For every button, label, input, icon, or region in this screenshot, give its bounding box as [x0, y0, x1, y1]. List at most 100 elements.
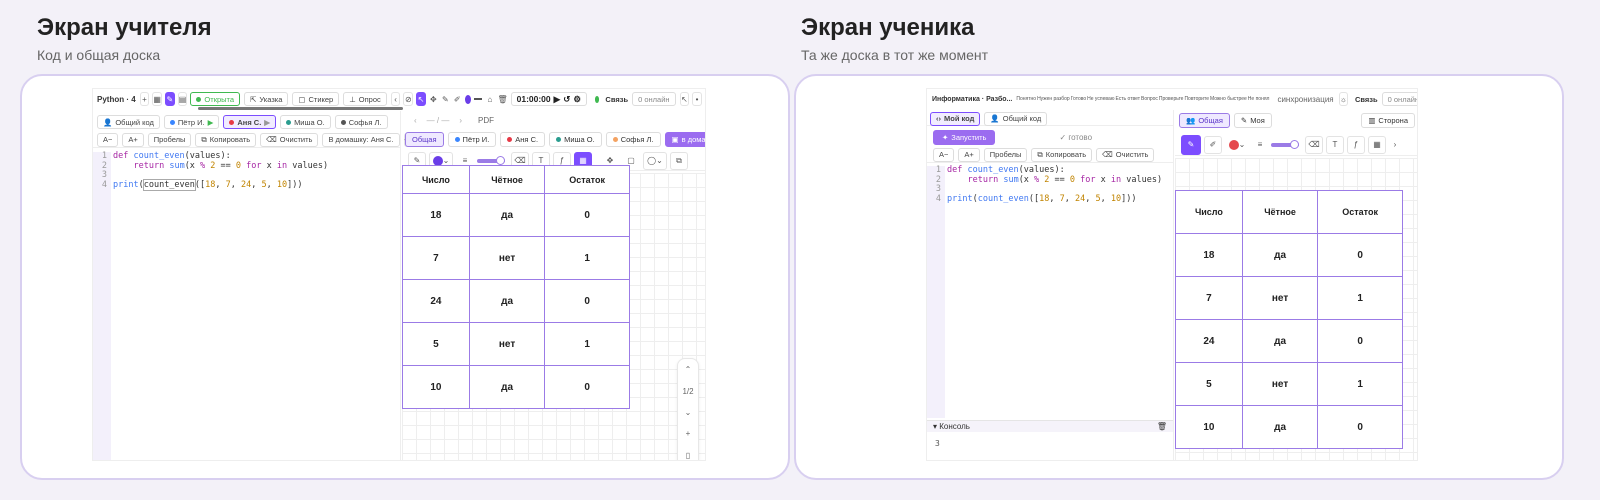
- reaction-chip[interactable]: Готово: [1071, 96, 1086, 102]
- stroke-icon[interactable]: ≡: [1252, 135, 1268, 154]
- table-cell[interactable]: 1: [544, 236, 630, 280]
- spaces-button[interactable]: Пробелы: [983, 147, 1028, 162]
- table-cell[interactable]: 5: [402, 322, 470, 366]
- table-cell[interactable]: нет: [468, 322, 546, 366]
- stroke-slider[interactable]: [477, 155, 505, 165]
- table-cell[interactable]: 0: [1317, 319, 1403, 363]
- board-tab-misha[interactable]: Миша О.: [549, 131, 602, 147]
- table-header-cell[interactable]: Число: [402, 165, 470, 194]
- chevron-down-icon[interactable]: ⌄: [685, 408, 692, 417]
- board-tab-mine[interactable]: ✎ Моя: [1233, 112, 1272, 128]
- board-table[interactable]: Число Чётное Остаток 18 да 0 7 нет 1 24 да 0 5 нет 1 10…: [1175, 190, 1403, 449]
- prev-page-icon[interactable]: ‹: [414, 116, 417, 125]
- chevron-up-icon[interactable]: ⌃: [685, 365, 692, 374]
- tab-my-code[interactable]: ‹› Мой код: [930, 111, 981, 126]
- text-icon[interactable]: T: [1326, 135, 1344, 154]
- table-cell[interactable]: 0: [544, 279, 630, 323]
- sticker-button[interactable]: ▢ Стикер: [292, 92, 340, 106]
- table-cell[interactable]: 24: [1175, 319, 1243, 363]
- reaction-chip[interactable]: Есть ответ: [1115, 96, 1140, 102]
- board-tab-anya[interactable]: Аня С.: [500, 131, 546, 147]
- eraser-icon[interactable]: ⌫: [1305, 135, 1323, 154]
- reaction-chip[interactable]: Можно быстрее: [1210, 96, 1247, 102]
- clear-button[interactable]: ⌫ Очистить: [260, 132, 319, 147]
- tab-student-petr[interactable]: Пётр И. ▶: [163, 115, 220, 129]
- trash-icon[interactable]: 🗑: [497, 92, 508, 106]
- table-icon[interactable]: ▤: [177, 92, 188, 106]
- table-tool-icon[interactable]: ▦: [1368, 135, 1386, 154]
- table-cell[interactable]: 7: [1175, 276, 1243, 320]
- trash-icon[interactable]: 🗑: [1157, 422, 1167, 431]
- marker-icon[interactable]: ✐: [1204, 135, 1222, 154]
- copy-button[interactable]: ⧉ Копировать: [1031, 147, 1093, 162]
- table-cell[interactable]: 18: [1175, 233, 1243, 277]
- shape-picker[interactable]: ◯⌄: [643, 151, 667, 170]
- font-decrease-button[interactable]: A−: [97, 132, 119, 147]
- table-cell[interactable]: 1: [1317, 276, 1403, 320]
- marker-tool-icon[interactable]: ✐: [452, 92, 462, 106]
- table-cell[interactable]: да: [1241, 233, 1319, 277]
- formula-icon[interactable]: ƒ: [1347, 135, 1365, 154]
- font-increase-button[interactable]: A+: [122, 132, 144, 147]
- reaction-chip[interactable]: Не успеваю: [1087, 96, 1114, 102]
- table-header-cell[interactable]: Остаток: [544, 165, 630, 194]
- board-tab-shared[interactable]: 👥 Общая: [1179, 112, 1230, 128]
- code-editor[interactable]: 1234 def count_even(values): return sum(…: [93, 151, 400, 460]
- board-tab-petr[interactable]: Пётр И.: [447, 131, 497, 147]
- copy-button[interactable]: ⧉ Копировать: [195, 132, 257, 147]
- copy-board-icon[interactable]: ⧉: [670, 151, 688, 170]
- console-header[interactable]: ▾ Консоль 🗑: [927, 420, 1173, 432]
- tab-student-sofya[interactable]: Софья Л.: [334, 115, 388, 129]
- add-page-icon[interactable]: +: [686, 429, 691, 438]
- tab-student-anya[interactable]: Аня С. ▶: [223, 115, 277, 129]
- table-cell[interactable]: нет: [1241, 276, 1319, 320]
- homework-board-button[interactable]: ▣в домашку: [664, 131, 705, 147]
- page-icon[interactable]: ▯: [686, 451, 690, 460]
- table-cell[interactable]: да: [468, 365, 546, 409]
- link-label[interactable]: Связь: [1355, 95, 1378, 104]
- more-tools-icon[interactable]: ›: [1389, 135, 1401, 154]
- table-cell[interactable]: 10: [1175, 405, 1243, 449]
- pdf-button[interactable]: PDF: [478, 116, 494, 125]
- board-tab-sofya[interactable]: Софья Л.: [605, 131, 661, 147]
- reaction-chip[interactable]: Проверьте: [1159, 96, 1184, 102]
- board-tab-shared[interactable]: Общая: [405, 131, 444, 147]
- font-increase-button[interactable]: A+: [958, 147, 980, 162]
- calendar-icon[interactable]: ▦: [152, 92, 163, 106]
- pointer-button[interactable]: ⇱ Указка: [244, 92, 289, 106]
- board-table[interactable]: Число Чётное Остаток 18 да 0 7 нет 1 24 да 0 5 нет 1 10…: [402, 165, 630, 409]
- tab-shared-code[interactable]: 👤 Общий код: [97, 115, 160, 129]
- board-canvas[interactable]: Число Чётное Остаток 18 да 0 7 нет 1 24 да 0 5 нет 1 10…: [402, 165, 705, 460]
- pen-mode-icon[interactable]: ✎: [165, 92, 175, 106]
- table-cell[interactable]: 10: [402, 365, 470, 409]
- table-cell[interactable]: нет: [1241, 362, 1319, 406]
- table-cell[interactable]: 0: [544, 365, 630, 409]
- table-cell[interactable]: 0: [544, 193, 630, 237]
- color-picker[interactable]: ⌄: [1225, 135, 1249, 154]
- chevron-left-icon[interactable]: ‹: [390, 92, 401, 106]
- table-cell[interactable]: 18: [402, 193, 470, 237]
- poll-button[interactable]: ⊥ Опрос: [343, 92, 387, 106]
- table-cell[interactable]: 1: [1317, 362, 1403, 406]
- pen-tool-icon[interactable]: ✎: [440, 92, 450, 106]
- table-cell[interactable]: 5: [1175, 362, 1243, 406]
- move-tool-icon[interactable]: ✥: [428, 92, 438, 106]
- tab-student-misha[interactable]: Миша О.: [280, 115, 331, 129]
- pen-icon[interactable]: ✎: [1181, 134, 1201, 155]
- toolbar-scrollbar[interactable]: [198, 107, 403, 110]
- plus-icon[interactable]: +: [139, 92, 150, 106]
- tab-shared-code[interactable]: 👤 Общий код: [984, 111, 1048, 126]
- table-cell[interactable]: да: [1241, 405, 1319, 449]
- table-cell[interactable]: да: [468, 279, 546, 323]
- board-canvas[interactable]: Число Чётное Остаток 18 да 0 7 нет 1 24 да 0 5 нет 1 10…: [1175, 158, 1417, 460]
- table-header-cell[interactable]: Остаток: [1317, 190, 1403, 234]
- spaces-button[interactable]: Пробелы: [147, 132, 192, 147]
- table-cell[interactable]: да: [468, 193, 546, 237]
- timer[interactable]: 01:00:00 ▶ ↺ ⚙: [510, 92, 587, 106]
- hide-icon[interactable]: ⊘: [403, 92, 414, 106]
- side-button[interactable]: ▥ Сторона: [1361, 112, 1415, 128]
- reaction-chip[interactable]: Понятно: [1016, 96, 1036, 102]
- clear-button[interactable]: ⌫ Очистить: [1096, 147, 1155, 162]
- code-text[interactable]: def count_even(values): return sum(x % 2…: [947, 165, 1162, 204]
- table-cell[interactable]: 0: [1317, 405, 1403, 449]
